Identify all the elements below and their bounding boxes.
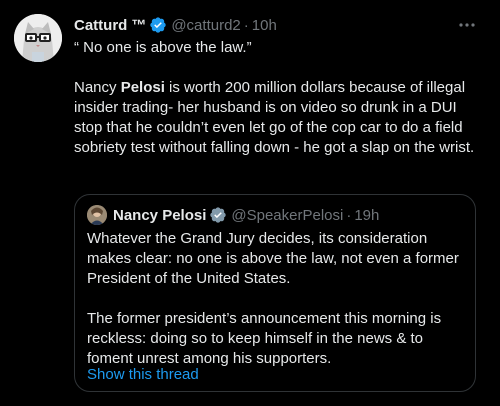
quoted-tweet-text: Whatever the Grand Jury decides, its con… bbox=[87, 229, 463, 369]
separator-dot: · bbox=[243, 16, 249, 34]
author-name[interactable]: Catturd bbox=[74, 17, 127, 34]
quoted-tweet-card[interactable]: Nancy Pelosi @SpeakerPelosi · 19h Whatev… bbox=[74, 194, 476, 392]
tweet-header: Catturd ™ @catturd2 · 10h bbox=[74, 15, 464, 35]
quoted-paragraph: Whatever the Grand Jury decides, its con… bbox=[87, 230, 459, 287]
more-options-icon[interactable] bbox=[456, 18, 478, 32]
tweet[interactable]: Catturd ™ @catturd2 · 10h “ No one is ab… bbox=[0, 0, 500, 406]
tweet-paragraph: “ No one is above the law.” bbox=[74, 39, 252, 56]
quoted-timestamp[interactable]: 19h bbox=[354, 207, 379, 224]
separator-dot: · bbox=[346, 206, 352, 224]
quoted-author-name[interactable]: Nancy Pelosi bbox=[113, 207, 206, 224]
tweet-text: “ No one is above the law.” Nancy Pelosi… bbox=[74, 38, 484, 158]
author-handle[interactable]: @catturd2 bbox=[171, 17, 240, 34]
verified-badge-icon bbox=[149, 16, 167, 34]
quoted-tweet-header: Nancy Pelosi @SpeakerPelosi · 19h bbox=[87, 205, 467, 225]
quoted-paragraph: The former president’s announcement this… bbox=[87, 310, 442, 367]
tweet-text-run: Nancy bbox=[74, 79, 121, 96]
avatar[interactable] bbox=[14, 14, 62, 62]
quoted-author-handle[interactable]: @SpeakerPelosi bbox=[231, 207, 343, 224]
trademark-badge: ™ bbox=[131, 16, 147, 34]
tweet-paragraph: Nancy Pelosi is worth 200 million dollar… bbox=[74, 78, 484, 158]
tweet-text-bold: Pelosi bbox=[120, 79, 165, 96]
verified-badge-icon bbox=[209, 206, 227, 224]
cat-avatar-image bbox=[14, 14, 62, 62]
quoted-avatar bbox=[87, 205, 107, 225]
timestamp[interactable]: 10h bbox=[252, 17, 277, 34]
show-thread-link[interactable]: Show this thread bbox=[87, 365, 199, 385]
